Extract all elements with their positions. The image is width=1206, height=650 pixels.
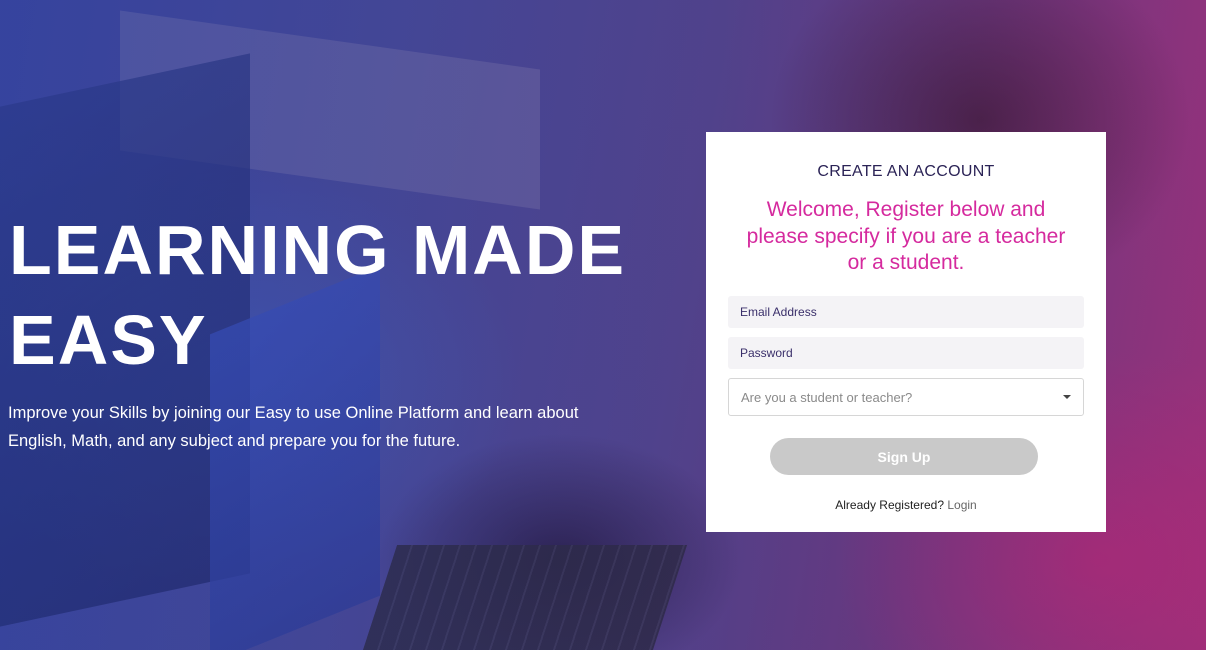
signup-card: CREATE AN ACCOUNT Welcome, Register belo… [706, 132, 1106, 532]
hero-title-line-2: EASY [9, 301, 208, 379]
password-field[interactable] [728, 337, 1084, 369]
hero-title-line-1: LEARNING MADE [9, 211, 627, 289]
email-field[interactable] [728, 296, 1084, 328]
sign-up-button[interactable]: Sign Up [770, 438, 1038, 475]
card-heading: CREATE AN ACCOUNT [817, 163, 995, 180]
chevron-down-icon [1063, 395, 1071, 399]
role-select-value: Are you a student or teacher? [741, 389, 913, 405]
login-prompt: Already Registered? Login [706, 498, 1106, 512]
welcome-message: Welcome, Register below and please speci… [746, 198, 1066, 274]
login-link[interactable]: Login [947, 498, 976, 512]
hero-title: LEARNING MADE EASY [9, 205, 649, 385]
role-select[interactable]: Are you a student or teacher? [728, 378, 1084, 416]
already-registered-text: Already Registered? [835, 498, 944, 512]
hero-subtitle: Improve your Skills by joining our Easy … [8, 404, 579, 450]
